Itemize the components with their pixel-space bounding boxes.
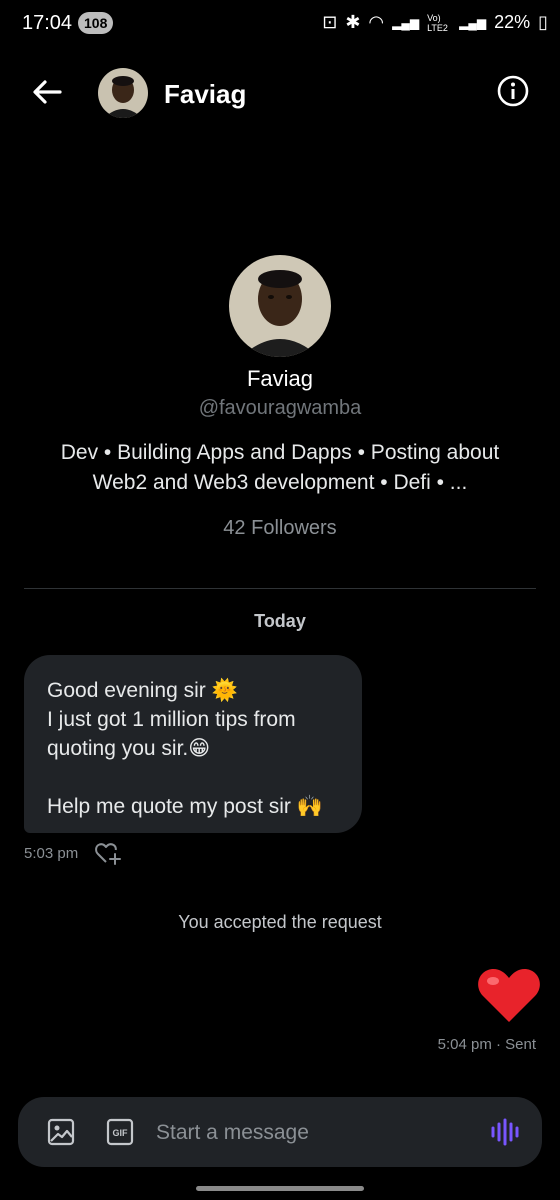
- back-button[interactable]: [26, 74, 70, 110]
- red-heart-icon: [478, 968, 540, 1022]
- request-accepted-notice: You accepted the request: [178, 912, 382, 932]
- lock-icon: ⊡: [322, 12, 338, 32]
- message-input[interactable]: [154, 1112, 458, 1154]
- voice-wave-icon: [491, 1118, 519, 1146]
- notification-count-badge: 108: [78, 12, 114, 34]
- add-photo-button[interactable]: [46, 1117, 76, 1147]
- avatar-image: [98, 68, 148, 118]
- voice-message-button[interactable]: [488, 1115, 522, 1149]
- status-bar: 17:04 108 ⊡ ✱ ◠ ▂▄▆ Vo) LTE2 ▂▄▆ 22% ▯: [0, 0, 560, 50]
- profile-name: Faviag: [246, 366, 314, 391]
- divider: [24, 588, 536, 589]
- battery-percentage: 22%: [494, 12, 531, 32]
- info-circle-icon: [497, 75, 529, 107]
- avatar-image: [229, 255, 331, 357]
- profile-handle[interactable]: @favouragwamba: [0, 397, 560, 420]
- received-message-text: Good evening sir 🌞 I just got 1 million …: [47, 679, 323, 818]
- sent-heart-message[interactable]: [476, 966, 542, 1024]
- sent-status: 5:04 pm · Sent: [437, 1036, 536, 1053]
- status-icons: ⊡ ✱ ◠ ▂▄▆ Vo) LTE2 ▂▄▆ 22% ▯: [322, 12, 548, 33]
- gif-label: GIF: [113, 1128, 129, 1138]
- status-time: 17:04: [22, 12, 73, 34]
- network-label: Vo) LTE2: [427, 12, 448, 33]
- battery-icon: ▯: [538, 12, 548, 32]
- add-reaction-button[interactable]: [94, 840, 122, 866]
- image-icon: [47, 1118, 75, 1146]
- home-indicator[interactable]: [196, 1186, 364, 1191]
- add-gif-button[interactable]: GIF: [105, 1117, 135, 1147]
- heart-plus-icon: [95, 843, 121, 865]
- info-button[interactable]: [496, 74, 530, 108]
- wifi-icon: ◠: [368, 12, 385, 32]
- profile-bio: Dev • Building Apps and Dapps • Posting …: [60, 441, 500, 494]
- followers-count[interactable]: 42 Followers: [0, 517, 560, 540]
- conversation-title[interactable]: Faviag: [164, 79, 246, 110]
- bluetooth-icon: ✱: [345, 12, 361, 32]
- message-timestamp: 5:03 pm: [24, 845, 79, 862]
- profile-avatar[interactable]: [229, 255, 331, 357]
- gif-icon: GIF: [106, 1118, 134, 1146]
- header-avatar[interactable]: [98, 68, 148, 118]
- signal-icon-2: ▂▄▆: [459, 15, 487, 30]
- arrow-left-icon: [33, 80, 62, 104]
- signal-icon: ▂▄▆: [392, 15, 420, 30]
- date-separator: Today: [254, 611, 306, 631]
